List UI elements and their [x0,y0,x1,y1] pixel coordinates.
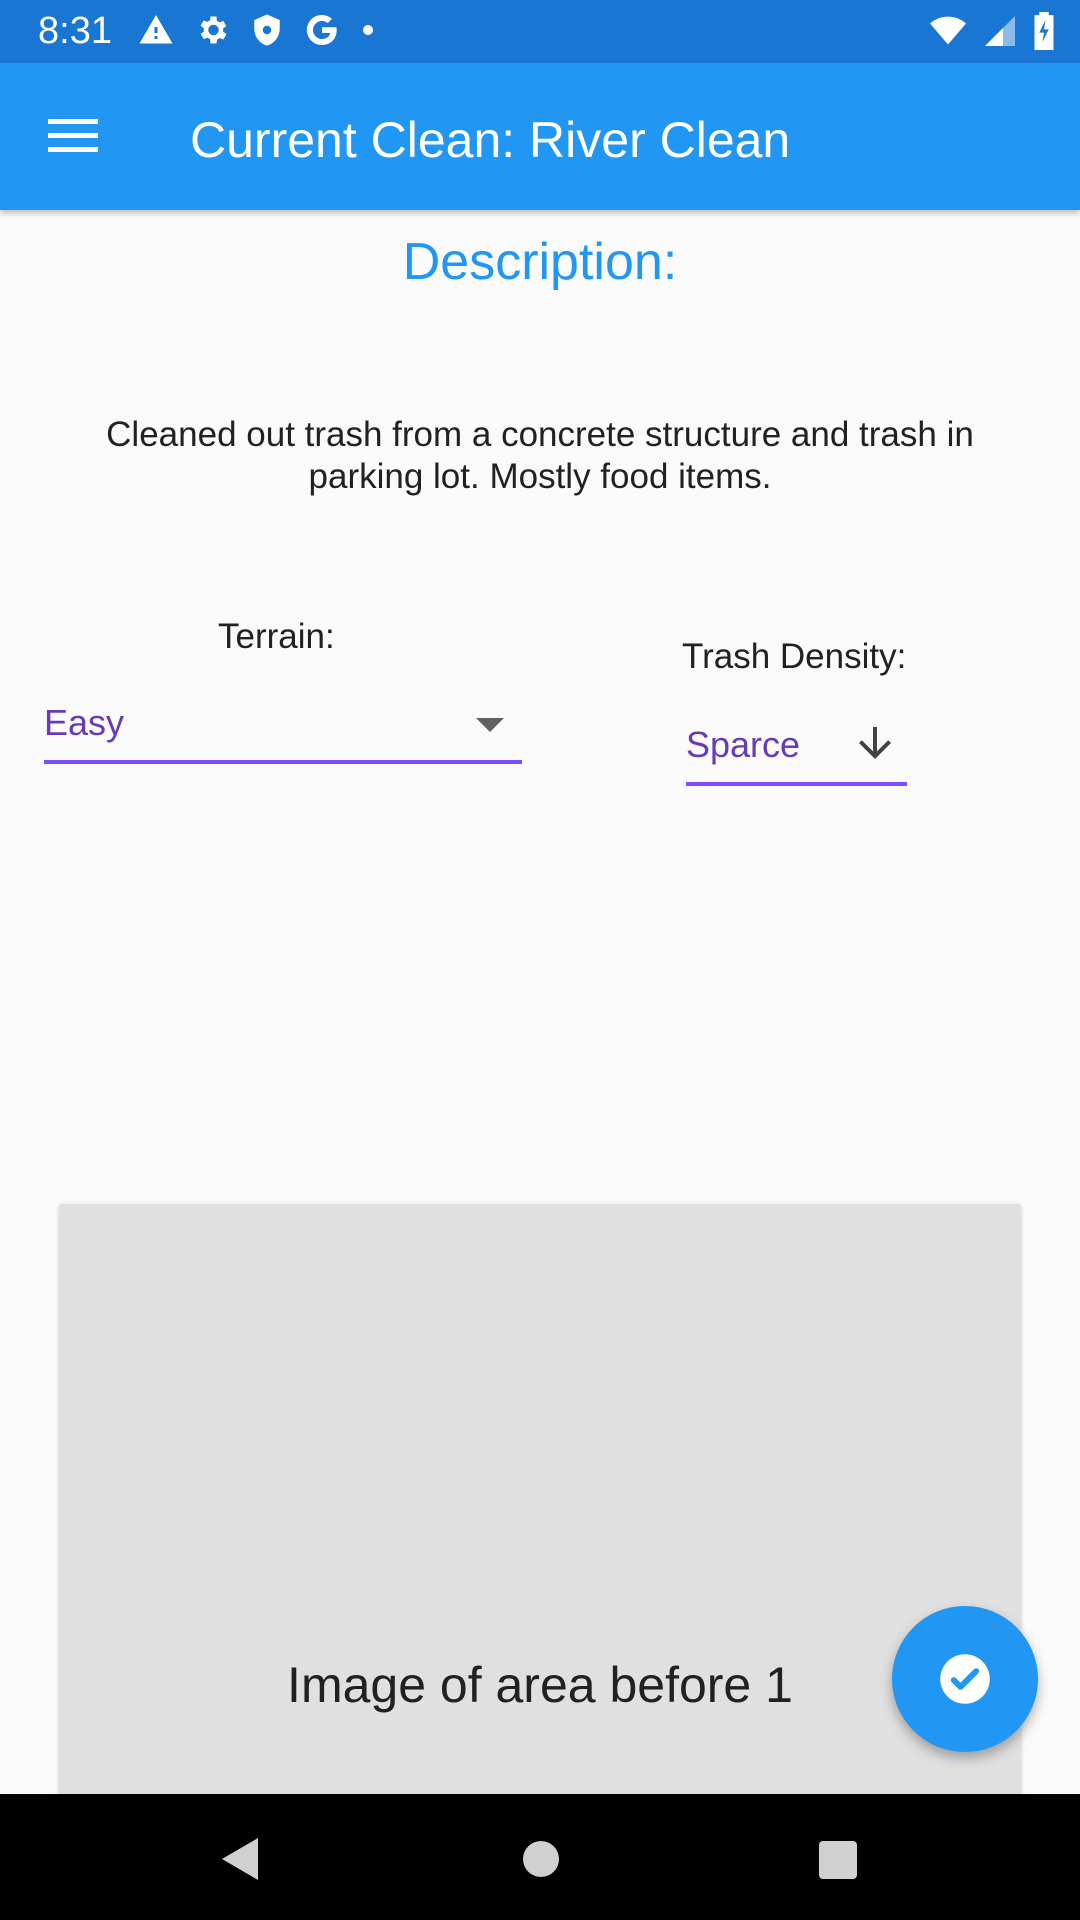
trash-density-dropdown[interactable]: Sparce [686,712,907,786]
shield-icon [254,14,280,46]
terrain-label: Terrain: [218,617,335,656]
menu-icon[interactable] [48,115,98,155]
back-icon[interactable] [218,1834,262,1884]
recents-icon[interactable] [818,1840,858,1880]
terrain-value: Easy [44,702,125,743]
settings-icon [200,16,227,44]
app-bar: Current Clean: River Clean [0,63,1080,210]
terrain-dropdown[interactable]: Easy [44,690,522,764]
description-heading: Description: [402,233,678,291]
check-circle-icon [940,1654,990,1704]
app-title: Current Clean: River Clean [190,112,791,168]
trash-density-label: Trash Density: [682,637,907,676]
trash-density-value: Sparce [686,724,801,765]
alert-icon [139,15,173,44]
home-icon[interactable] [522,1840,560,1878]
arrow-down-icon [859,727,891,759]
navigation-bar [0,1794,1080,1920]
dropdown-caret-icon [476,718,504,732]
signal-icon [985,16,1015,46]
google-icon [306,15,337,46]
status-time: 8:31 [38,10,112,52]
status-bar: 8:31 [0,0,1080,63]
wifi-icon [930,16,966,45]
status-notification-icons [138,12,376,48]
image-caption: Image of area before 1 [287,1657,793,1713]
submit-fab[interactable] [892,1606,1038,1752]
dot-icon [363,25,373,35]
description-text: Cleaned out trash from a concrete struct… [106,415,974,496]
image-card[interactable]: Image of area before 1 [60,1204,1020,1804]
status-system-icons [928,12,1056,50]
battery-icon [1034,12,1054,50]
